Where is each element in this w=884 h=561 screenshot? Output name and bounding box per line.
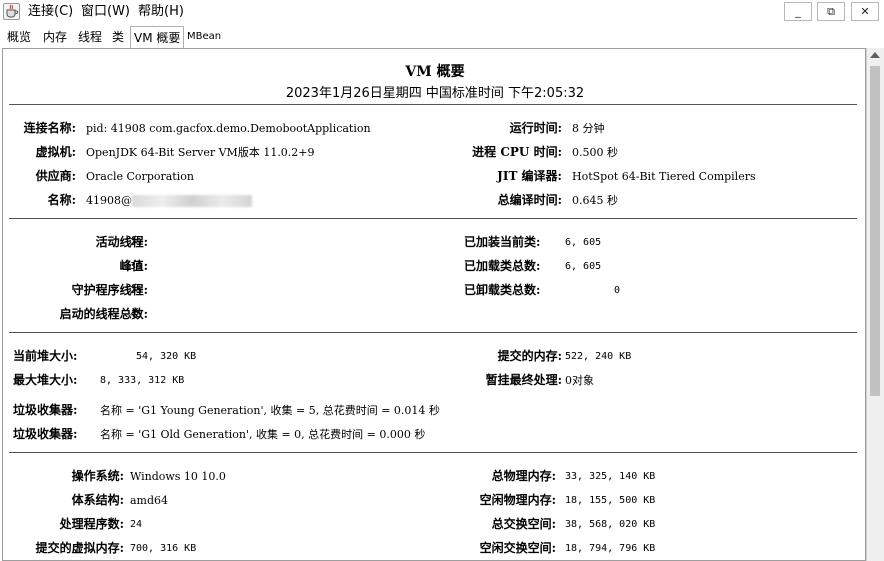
- close-button[interactable]: ✕: [851, 2, 879, 21]
- name-value: 41908@: [86, 193, 252, 209]
- connection-name-value: pid: 41908 com.gacfox.demo.DemobootAppli…: [86, 122, 371, 135]
- gc-old-label: 垃圾收集器:: [13, 427, 78, 441]
- scrollbar-thumb[interactable]: [870, 66, 880, 396]
- pending-finalization-label: 暂挂最终处理:: [485, 373, 562, 387]
- name-label: 名称:: [47, 193, 76, 207]
- process-cpu-time-label: 进程 CPU 时间:: [472, 145, 562, 159]
- total-classes-unloaded-value: 0: [614, 285, 621, 296]
- free-swap-space-label: 空闲交换空间:: [479, 541, 556, 555]
- pending-finalization-value: 0对象: [565, 374, 594, 387]
- vendor-value: Oracle Corporation: [86, 170, 194, 183]
- divider: [9, 452, 857, 453]
- free-physical-memory-value: 18, 155, 500 KB: [565, 495, 656, 506]
- total-physical-memory-label: 总物理内存:: [491, 469, 556, 483]
- max-heap-size-value: 8, 333, 312 KB: [100, 375, 185, 386]
- total-started-threads-value: 45: [130, 309, 143, 320]
- tab-threads[interactable]: 线程: [75, 26, 105, 48]
- restore-button[interactable]: ⧉: [817, 2, 845, 21]
- gc-young-label: 垃圾收集器:: [13, 403, 78, 417]
- os-label: 操作系统:: [71, 469, 124, 483]
- committed-virtual-memory-value: 700, 316 KB: [130, 543, 197, 554]
- committed-virtual-memory-label: 提交的虚拟内存:: [35, 541, 124, 555]
- total-classes-loaded-value: 6, 605: [565, 261, 602, 272]
- processors-value: 24: [130, 519, 143, 530]
- menu-help[interactable]: 帮助(H): [138, 3, 184, 20]
- total-swap-space-label: 总交换空间:: [491, 517, 556, 531]
- free-physical-memory-label: 空闲物理内存:: [479, 493, 556, 507]
- architecture-value: amd64: [130, 494, 169, 507]
- free-swap-space-value: 18, 794, 796 KB: [565, 543, 656, 554]
- gc-old-value: 名称 = 'G1 Old Generation', 收集 = 0, 总花费时间 …: [100, 428, 426, 441]
- current-heap-size-label: 当前堆大小:: [13, 349, 78, 363]
- vm-label: 虚拟机:: [35, 145, 76, 159]
- uptime-label: 运行时间:: [509, 121, 562, 135]
- current-classes-loaded-label: 已加装当前类:: [464, 235, 541, 249]
- total-swap-space-value: 38, 568, 020 KB: [565, 519, 656, 530]
- os-value: Windows 10 10.0: [130, 470, 226, 483]
- tab-mbean[interactable]: MBean: [184, 26, 224, 48]
- architecture-label: 体系结构:: [71, 493, 124, 507]
- current-heap-size-value: 54, 320 KB: [136, 351, 197, 362]
- peak-threads-value: 34: [130, 261, 143, 272]
- total-classes-unloaded-label: 已卸载类总数:: [464, 283, 541, 297]
- uptime-value: 8 分钟: [572, 122, 605, 135]
- menu-bar: 连接(C) 窗口(W) 帮助(H) _ ⧉ ✕: [0, 0, 884, 24]
- daemon-threads-value: 25: [130, 285, 143, 296]
- vm-summary-panel: VM 概要 2023年1月26日星期四 中国标准时间 下午2:05:32 连接名…: [2, 48, 866, 561]
- menu-connect[interactable]: 连接(C): [28, 3, 73, 20]
- total-compile-time-label: 总编译时间:: [497, 193, 562, 207]
- scroll-up-arrow-icon[interactable]: [870, 52, 880, 58]
- tab-bar: 概览 内存 线程 类 VM 概要 MBean: [0, 24, 884, 66]
- committed-memory-value: 522, 240 KB: [565, 351, 632, 362]
- tab-classes[interactable]: 类: [109, 26, 127, 48]
- committed-memory-label: 提交的内存:: [497, 349, 562, 363]
- tab-overview[interactable]: 概览: [4, 26, 34, 48]
- max-heap-size-label: 最大堆大小:: [13, 373, 78, 387]
- total-physical-memory-value: 33, 325, 140 KB: [565, 471, 656, 482]
- total-compile-time-value: 0.645 秒: [572, 194, 618, 207]
- process-cpu-time-value: 0.500 秒: [572, 146, 618, 159]
- current-classes-loaded-value: 6, 605: [565, 237, 602, 248]
- divider: [9, 332, 857, 333]
- minimize-button[interactable]: _: [784, 2, 812, 21]
- live-threads-value: 29: [130, 237, 143, 248]
- total-classes-loaded-label: 已加载类总数:: [464, 259, 541, 273]
- divider: [9, 104, 857, 105]
- connection-name-label: 连接名称:: [23, 121, 76, 135]
- tab-memory[interactable]: 内存: [40, 26, 70, 48]
- vm-value: OpenJDK 64-Bit Server VM版本 11.0.2+9: [86, 146, 315, 159]
- gc-young-value: 名称 = 'G1 Young Generation', 收集 = 5, 总花费时…: [100, 404, 440, 417]
- divider: [9, 218, 857, 219]
- jit-compiler-label: JIT 编译器:: [497, 169, 562, 183]
- page-title: VM 概要: [405, 64, 465, 80]
- summary-datetime: 2023年1月26日星期四 中国标准时间 下午2:05:32: [285, 86, 585, 101]
- jit-compiler-value: HotSpot 64-Bit Tiered Compilers: [572, 170, 756, 183]
- java-cup-icon: [3, 3, 20, 20]
- menu-window[interactable]: 窗口(W): [81, 3, 130, 20]
- tab-vm-summary[interactable]: VM 概要: [130, 26, 185, 48]
- vendor-label: 供应商:: [35, 169, 76, 183]
- redacted-hostname: [132, 195, 252, 207]
- processors-label: 处理程序数:: [59, 517, 124, 531]
